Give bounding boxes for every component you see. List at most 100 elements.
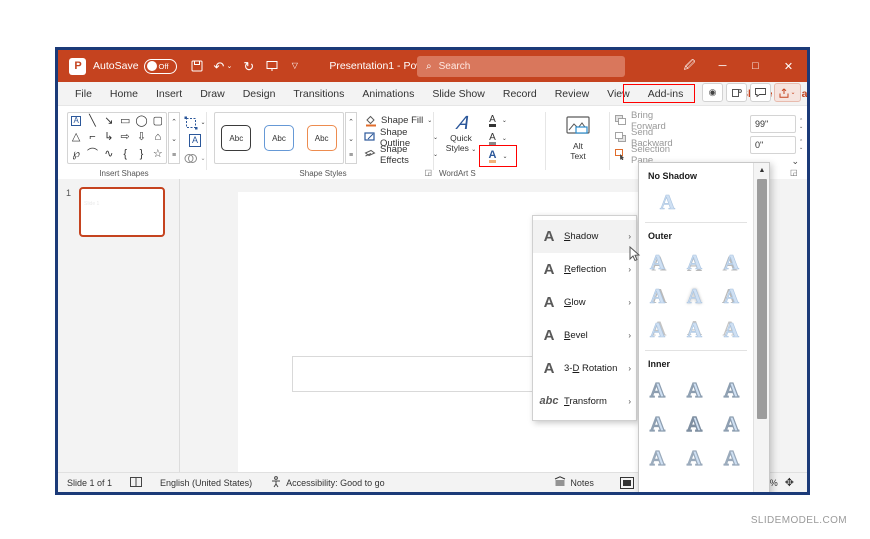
shapes-gallery[interactable]: A ╲ ↘ ▭ ◯ ▢ △ ⌐ ↳ ⇨ ⇩ ⌂ ℘ ⌒ ∿ { } ☆: [67, 112, 167, 164]
shape-style-preset-2[interactable]: Abc: [263, 125, 294, 151]
share-button[interactable]: ⌄: [774, 83, 801, 102]
shape-elbow-arrow-icon[interactable]: ↳: [104, 132, 113, 143]
shape-style-preset-3[interactable]: Abc: [306, 125, 337, 151]
shape-right-brace-icon[interactable]: }: [140, 149, 144, 160]
shape-styles-gallery[interactable]: Abc Abc Abc: [214, 112, 344, 164]
shape-line-icon[interactable]: ╲: [89, 115, 96, 127]
shape-down-arrow-icon[interactable]: ⇩: [137, 132, 146, 143]
shadow-preset-outer-2[interactable]: A: [676, 245, 713, 279]
tab-insert[interactable]: Insert: [147, 84, 191, 104]
shape-arc-icon[interactable]: ⌒: [87, 149, 98, 160]
shape-text-box-icon[interactable]: A: [71, 116, 81, 127]
gallery-scroll-down-icon[interactable]: ⌄: [171, 135, 177, 143]
alt-text-button[interactable]: Alt Text: [557, 116, 599, 161]
start-presentation-icon[interactable]: [265, 55, 278, 77]
menu-item-bevel[interactable]: A Bevel ›: [533, 319, 636, 352]
pen-icon[interactable]: 🖉: [673, 50, 706, 82]
shape-star-icon[interactable]: ☆: [153, 149, 163, 160]
shadow-preset-outer-9[interactable]: A: [713, 313, 750, 347]
shape-width-input[interactable]: 0": [750, 135, 796, 154]
merge-shapes-button[interactable]: ⌄: [184, 150, 206, 167]
shadow-preset-outer-7[interactable]: A: [639, 313, 676, 347]
tab-review[interactable]: Review: [546, 84, 598, 104]
minimize-button[interactable]: ─: [706, 50, 739, 82]
shape-effects-button[interactable]: Shape Effects ⌄: [364, 144, 438, 166]
chevron-down-icon[interactable]: ⌄: [427, 117, 432, 124]
search-input[interactable]: ⌕ Search: [417, 56, 625, 77]
shadow-preset-inner-8[interactable]: A: [676, 441, 713, 475]
shape-height-stepper[interactable]: ⌃ ⌄: [799, 118, 803, 130]
shape-rectangle-icon[interactable]: ▭: [120, 115, 130, 127]
edit-shape-button[interactable]: ⌄: [184, 114, 206, 131]
close-button[interactable]: ✕: [772, 50, 805, 82]
menu-item-3d-rotation[interactable]: A 3-D Rotation ›: [533, 352, 636, 385]
scrollbar-thumb[interactable]: [757, 179, 767, 419]
tab-home[interactable]: Home: [101, 84, 147, 104]
undo-icon[interactable]: ↶ ⌄: [214, 55, 233, 77]
text-fill-button[interactable]: A ⌄: [483, 112, 513, 129]
quick-styles-button[interactable]: 𝐴 Quick Styles ⌄: [441, 113, 481, 155]
tab-draw[interactable]: Draw: [191, 84, 234, 104]
shape-style-preset-1[interactable]: Abc: [221, 125, 252, 151]
shadow-preset-inner-7[interactable]: A: [639, 441, 676, 475]
tab-animations[interactable]: Animations: [353, 84, 423, 104]
record-icon[interactable]: ◉: [702, 83, 723, 102]
tab-slide-show[interactable]: Slide Show: [423, 84, 494, 104]
text-box-button[interactable]: A: [184, 132, 206, 149]
menu-item-transform[interactable]: abc Transform ›: [533, 385, 636, 418]
notes-button[interactable]: Notes: [545, 476, 603, 489]
gallery-more-icon[interactable]: ≡: [172, 152, 176, 159]
shape-right-arrow-icon[interactable]: ⇨: [121, 132, 130, 143]
ribbon-collapse-icon[interactable]: ⌄: [791, 156, 799, 167]
gallery-scroll-up-icon[interactable]: ⌃: [171, 118, 177, 126]
shape-scribble-icon[interactable]: ℘: [72, 149, 80, 160]
shape-rounded-rect-icon[interactable]: ▢: [153, 115, 163, 127]
redo-icon[interactable]: ↻: [242, 55, 255, 77]
shape-line-arrow-icon[interactable]: ↘: [104, 115, 113, 127]
shadow-preset-inner-1[interactable]: A: [639, 373, 676, 407]
scroll-up-icon[interactable]: ▲: [754, 163, 770, 178]
save-icon[interactable]: [191, 55, 204, 77]
shapes-gallery-scroll[interactable]: ⌃ ⌄ ≡: [168, 112, 180, 164]
tab-transitions[interactable]: Transitions: [284, 84, 353, 104]
shape-elbow-connector-icon[interactable]: ⌐: [89, 132, 95, 143]
present-in-teams-icon[interactable]: [726, 83, 747, 102]
shadow-preset-inner-2[interactable]: A: [676, 373, 713, 407]
comments-icon[interactable]: [750, 83, 771, 102]
shape-width-stepper[interactable]: ⌃ ⌄: [799, 139, 803, 151]
maximize-button[interactable]: □: [739, 50, 772, 82]
shadow-preset-inner-5[interactable]: A: [676, 407, 713, 441]
menu-item-shadow[interactable]: A Shadow ›: [533, 220, 636, 253]
shape-styles-scroll[interactable]: ⌃ ⌄ ≡: [345, 112, 357, 164]
selection-pane-button[interactable]: Selection Pane: [615, 144, 674, 166]
shadow-submenu-scrollbar[interactable]: ▲ ▼: [753, 163, 770, 492]
shadow-preset-none[interactable]: A: [649, 185, 686, 219]
shadow-preset-inner-4[interactable]: A: [639, 407, 676, 441]
shape-oval-icon[interactable]: ◯: [135, 115, 147, 127]
autosave-toggle[interactable]: Off: [143, 58, 177, 74]
shape-left-brace-icon[interactable]: {: [123, 149, 127, 160]
language-status[interactable]: English (United States): [151, 478, 261, 488]
shadow-preset-inner-9[interactable]: A: [713, 441, 750, 475]
tab-file[interactable]: File: [66, 84, 101, 104]
customize-quick-access-icon[interactable]: ▽: [288, 55, 301, 77]
slide-layout-icon[interactable]: [121, 477, 151, 488]
menu-item-reflection[interactable]: A Reflection ›: [533, 253, 636, 286]
shape-height-input[interactable]: 99": [750, 114, 796, 133]
shadow-preset-inner-3[interactable]: A: [713, 373, 750, 407]
accessibility-status[interactable]: Accessibility: Good to go: [261, 475, 394, 490]
shadow-preset-inner-6[interactable]: A: [713, 407, 750, 441]
tab-record[interactable]: Record: [494, 84, 546, 104]
shape-pentagon-icon[interactable]: ⌂: [155, 132, 162, 143]
shape-curve-icon[interactable]: ∿: [104, 149, 113, 160]
shadow-preset-outer-3[interactable]: A: [713, 245, 750, 279]
slide-thumbnail-1[interactable]: [79, 187, 165, 237]
shadow-preset-outer-4[interactable]: A: [639, 279, 676, 313]
fit-slide-icon[interactable]: ✥: [785, 476, 794, 489]
shape-triangle-icon[interactable]: △: [72, 132, 80, 143]
styles-more-icon[interactable]: ≡: [349, 152, 353, 159]
styles-scroll-down-icon[interactable]: ⌄: [348, 135, 354, 143]
tab-design[interactable]: Design: [234, 84, 285, 104]
styles-scroll-up-icon[interactable]: ⌃: [348, 118, 354, 126]
shadow-preset-outer-8[interactable]: A: [676, 313, 713, 347]
